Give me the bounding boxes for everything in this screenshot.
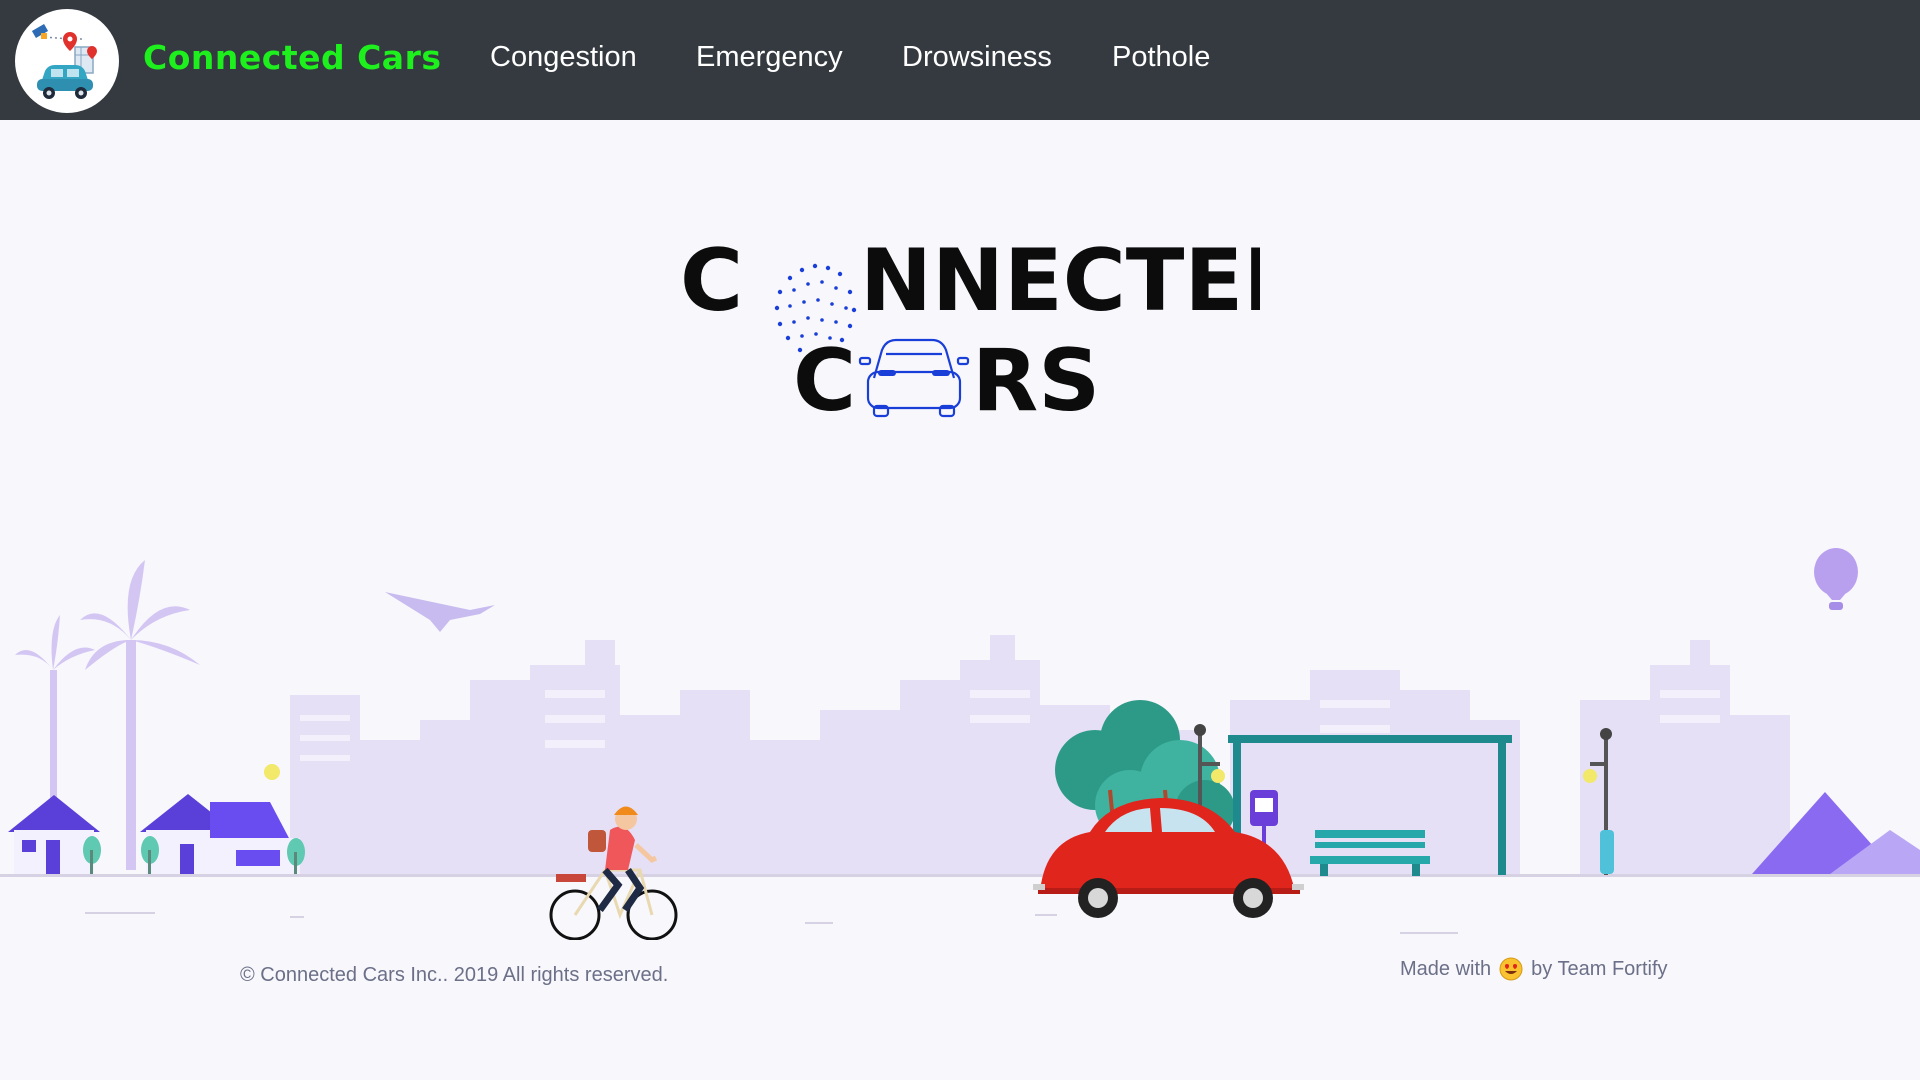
hero-letter-c1: C <box>680 231 743 331</box>
copyright-text: © Connected Cars Inc.. 2019 All rights r… <box>240 964 669 986</box>
airplane-icon <box>385 592 495 632</box>
by-team-text: by Team Fortify <box>1531 957 1668 980</box>
hot-air-balloon-icon <box>1814 548 1858 610</box>
logo[interactable] <box>15 9 119 113</box>
nav-congestion[interactable]: Congestion <box>490 41 637 74</box>
car-headlight-right <box>932 370 950 376</box>
hero-word-rest1: NNECTED <box>860 231 1260 331</box>
hero-word-rest2: RS <box>972 331 1100 430</box>
nav-emergency[interactable]: Emergency <box>696 41 843 74</box>
navbar: Connected Cars Congestion Emergency Drow… <box>0 0 1920 120</box>
hero-title: C NNECTED C RS <box>680 231 1260 430</box>
car-headlight-left <box>878 370 896 376</box>
nav-drowsiness[interactable]: Drowsiness <box>902 41 1052 74</box>
city-skyline <box>290 635 1790 875</box>
road-line <box>0 874 1920 877</box>
hero-letter-c2: C <box>793 331 856 430</box>
made-with-footer: Made with by Team Fortify <box>1400 957 1668 981</box>
made-with-text: Made with <box>1400 957 1492 980</box>
sun-icon <box>264 764 280 780</box>
heart-eyes-emoji-icon <box>1499 957 1523 981</box>
car-outline-icon <box>858 338 970 418</box>
nav-pothole[interactable]: Pothole <box>1112 41 1210 74</box>
city-scene <box>0 548 1920 940</box>
brand-name[interactable]: Connected Cars <box>143 38 442 77</box>
logo-icon <box>31 24 97 99</box>
